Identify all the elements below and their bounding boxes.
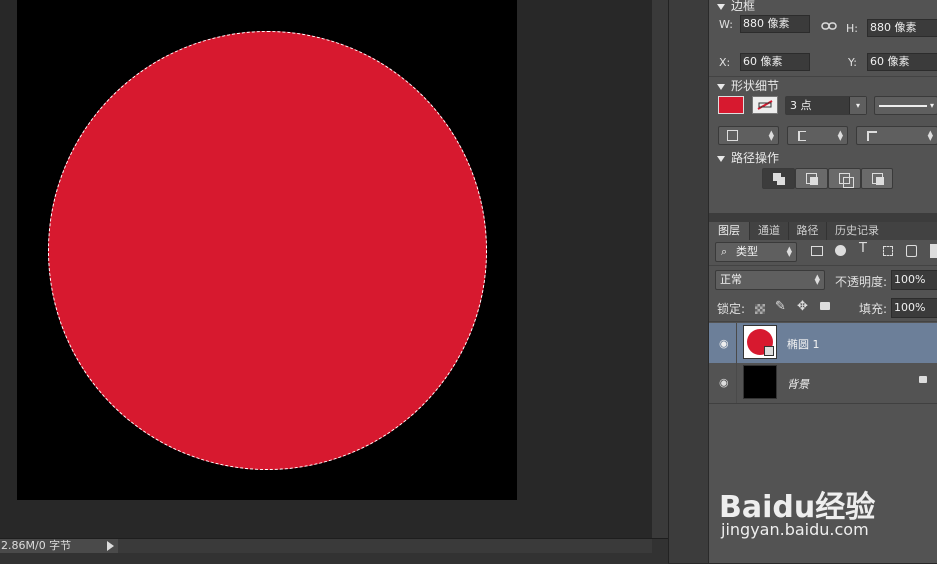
stroke-width-dropdown-icon[interactable]: ▾ <box>849 97 866 114</box>
section-shape-details-title[interactable]: 形状细节 <box>717 77 779 94</box>
blend-mode-dropdown[interactable]: 正常 ▲ ▼ <box>715 270 825 290</box>
miter-join-icon <box>867 131 877 141</box>
collapse-triangle-icon[interactable] <box>717 83 725 90</box>
exclude-overlap-button[interactable] <box>861 168 893 189</box>
layer-thumbnail-background <box>743 365 777 399</box>
shape-layer-filter-icon[interactable] <box>883 246 893 256</box>
subtract-shape-button[interactable] <box>795 168 828 189</box>
updown-arrows-icon: ▲ ▼ <box>837 129 843 142</box>
path-ops-buttons <box>762 168 893 189</box>
layer-filter-value: 类型 <box>736 245 758 258</box>
intersect-shapes-button[interactable] <box>828 168 861 189</box>
section-border-label: 边框 <box>731 0 756 13</box>
fill-label: 填充: <box>859 302 888 316</box>
stroke-line-preview <box>879 105 927 107</box>
height-label: H: <box>846 22 858 35</box>
lock-label: 锁定: <box>717 302 746 316</box>
search-icon: ⌕ <box>721 245 728 258</box>
canvas-horizontal-scrollbar[interactable] <box>118 539 652 553</box>
pixel-layer-filter-icon[interactable] <box>811 246 823 256</box>
stroke-corners-dropdown[interactable]: ▲ ▼ <box>856 126 937 145</box>
y-position-field[interactable]: 60 像素 <box>867 53 937 71</box>
tab-layers[interactable]: 图层 <box>709 222 749 240</box>
layer-name[interactable]: 椭圆 1 <box>787 336 820 352</box>
updown-arrows-icon: ▲ ▼ <box>814 273 820 286</box>
divider <box>736 323 737 363</box>
lock-all-icon[interactable] <box>820 302 830 310</box>
canvas-vertical-scrollbar[interactable] <box>652 0 668 551</box>
baidu-jingyan-watermark: Baidu经验 jingyan.baidu.com <box>719 462 934 542</box>
ellipse-shape-selection[interactable] <box>48 31 487 470</box>
smart-object-filter-icon[interactable] <box>906 245 917 257</box>
collapse-triangle-icon[interactable] <box>717 3 725 10</box>
panel-dock-gutter <box>668 0 709 563</box>
layer-row-ellipse[interactable]: ◉ 椭圆 1 <box>709 323 937 363</box>
layer-name[interactable]: 背景 <box>787 376 809 392</box>
lock-transparency-icon[interactable] <box>755 304 765 314</box>
layer-row-background[interactable]: ◉ 背景 <box>709 363 937 404</box>
layer-filter-dropdown[interactable]: ⌕ 类型 ▲ ▼ <box>715 242 797 262</box>
tab-channels[interactable]: 通道 <box>749 222 788 240</box>
x-position-field[interactable]: 60 像素 <box>740 53 810 71</box>
lock-icon <box>919 376 927 383</box>
section-shape-details-label: 形状细节 <box>731 79 780 93</box>
opacity-label: 不透明度: <box>835 275 888 289</box>
filter-toggle-icon[interactable] <box>930 244 937 258</box>
status-bar: 2.86M/0 字节 <box>0 538 668 564</box>
width-label: W: <box>719 18 733 31</box>
tab-paths[interactable]: 路径 <box>788 222 826 240</box>
stroke-type-dropdown[interactable]: ▾ <box>874 96 937 115</box>
doc-size-readout[interactable]: 2.86M/0 字节 <box>0 539 119 553</box>
layer-thumbnail-ellipse <box>743 325 777 359</box>
section-path-ops-title[interactable]: 路径操作 <box>717 149 779 166</box>
adjustment-layer-filter-icon[interactable] <box>835 245 846 256</box>
visibility-eye-icon[interactable]: ◉ <box>719 376 729 389</box>
chevron-down-icon: ▾ <box>929 101 934 110</box>
stroke-align-dropdown[interactable]: ▲ ▼ <box>718 126 779 145</box>
section-border-title[interactable]: 边框 <box>717 0 755 14</box>
updown-arrows-icon: ▲ ▼ <box>786 245 792 258</box>
fill-field[interactable]: 100% <box>891 298 937 318</box>
width-field[interactable]: 880 像素 <box>740 15 810 33</box>
stroke-width-value: 3 点 <box>790 99 812 112</box>
opacity-field[interactable]: 100% <box>891 270 937 290</box>
shape-layer-badge-icon <box>764 346 774 356</box>
align-inside-icon <box>727 130 738 141</box>
blend-mode-value: 正常 <box>720 273 742 286</box>
section-path-ops-label: 路径操作 <box>731 151 780 165</box>
y-label: Y: <box>848 56 857 69</box>
updown-arrows-icon: ▲ ▼ <box>768 129 774 142</box>
combine-shapes-button[interactable] <box>762 168 795 189</box>
panel-separator <box>709 213 937 222</box>
lock-position-move-icon[interactable]: ✥ <box>797 299 808 314</box>
lock-pixels-brush-icon[interactable]: ✎ <box>775 299 786 314</box>
divider <box>736 363 737 403</box>
status-menu-arrow-icon[interactable] <box>107 541 114 551</box>
divider <box>709 321 937 322</box>
link-dimensions-icon[interactable] <box>821 20 837 34</box>
type-layer-filter-icon[interactable]: T <box>859 241 867 256</box>
canvas-area[interactable] <box>0 0 668 538</box>
collapse-triangle-icon[interactable] <box>717 155 725 162</box>
height-field[interactable]: 880 像素 <box>867 19 937 37</box>
stroke-width-field[interactable]: 3 点 ▾ <box>785 96 867 115</box>
layers-tab-bar: 图层 通道 路径 历史记录 <box>709 222 937 240</box>
right-panel: 边框 W: 880 像素 H: 880 像素 X: 60 像素 Y: 60 像素… <box>708 0 937 563</box>
divider <box>709 265 937 266</box>
visibility-eye-icon[interactable]: ◉ <box>719 337 729 350</box>
watermark-url: jingyan.baidu.com <box>721 520 869 539</box>
fill-color-swatch[interactable] <box>718 96 744 114</box>
stroke-caps-dropdown[interactable]: ▲ ▼ <box>787 126 848 145</box>
x-label: X: <box>719 56 731 69</box>
updown-arrows-icon: ▲ ▼ <box>927 129 933 142</box>
stroke-color-swatch[interactable] <box>752 96 778 114</box>
tab-history[interactable]: 历史记录 <box>826 222 887 240</box>
butt-cap-icon <box>798 131 806 141</box>
